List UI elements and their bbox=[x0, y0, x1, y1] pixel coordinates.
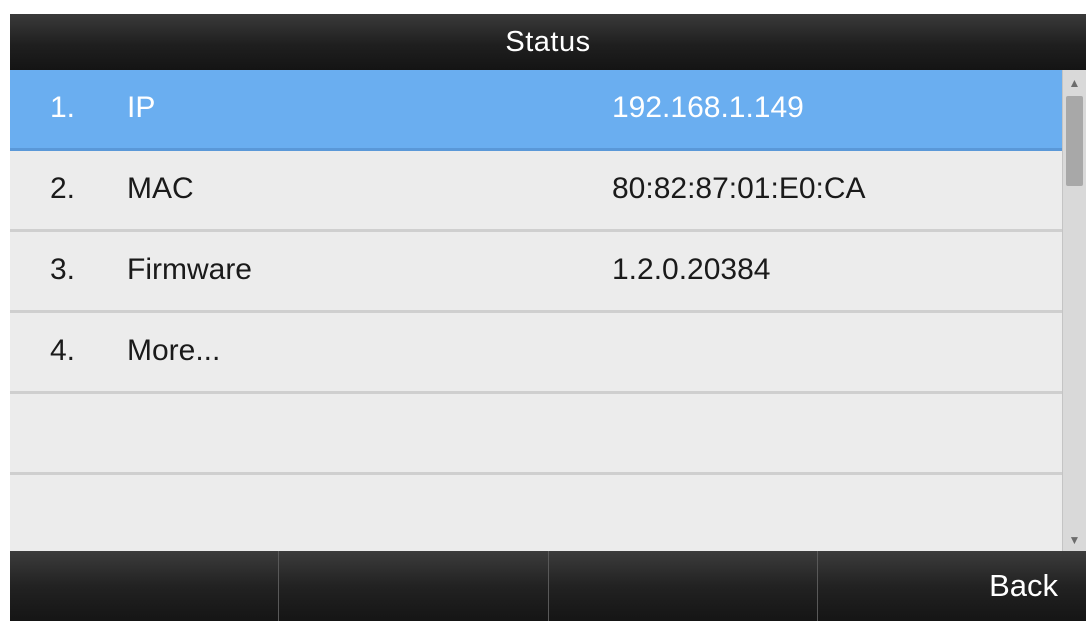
item-number: 1. bbox=[50, 91, 76, 124]
item-label: MAC bbox=[127, 172, 194, 205]
status-list: 1. IP 192.168.1.149 2. MAC 80:82:87:01:E… bbox=[10, 70, 1062, 556]
list-item-firmware[interactable]: 3. Firmware 1.2.0.20384 bbox=[10, 232, 1062, 313]
phone-screen: Status 1. IP 192.168.1.149 2. MAC 80:82:… bbox=[10, 14, 1086, 621]
item-value: 192.168.1.149 bbox=[612, 91, 804, 124]
item-label: IP bbox=[127, 91, 156, 124]
item-value: 80:82:87:01:E0:CA bbox=[612, 172, 866, 205]
list-item-mac[interactable]: 2. MAC 80:82:87:01:E0:CA bbox=[10, 151, 1062, 232]
scroll-thumb[interactable] bbox=[1066, 96, 1083, 186]
list-item-ip[interactable]: 1. IP 192.168.1.149 bbox=[10, 70, 1062, 151]
item-number: 2. bbox=[50, 172, 76, 205]
item-label: Firmware bbox=[127, 253, 252, 286]
arrow-up-icon[interactable]: ▲ bbox=[1063, 74, 1086, 92]
softkey-3[interactable] bbox=[549, 551, 818, 621]
item-label: More... bbox=[127, 334, 221, 367]
item-number: 4. bbox=[50, 334, 76, 367]
arrow-down-icon[interactable]: ▼ bbox=[1063, 531, 1086, 549]
softkey-2[interactable] bbox=[279, 551, 549, 621]
list-item-empty bbox=[10, 394, 1062, 475]
list-item-empty bbox=[10, 475, 1062, 556]
softkey-1[interactable] bbox=[10, 551, 280, 621]
page-title: Status bbox=[505, 25, 591, 58]
back-button[interactable]: Back bbox=[818, 551, 1086, 621]
softkey-bar: Back bbox=[10, 551, 1086, 621]
title-bar: Status bbox=[10, 14, 1086, 70]
item-value: 1.2.0.20384 bbox=[612, 253, 771, 286]
item-number: 3. bbox=[50, 253, 76, 286]
list-item-more[interactable]: 4. More... bbox=[10, 313, 1062, 394]
scrollbar[interactable]: ▲ ▼ bbox=[1062, 70, 1086, 551]
